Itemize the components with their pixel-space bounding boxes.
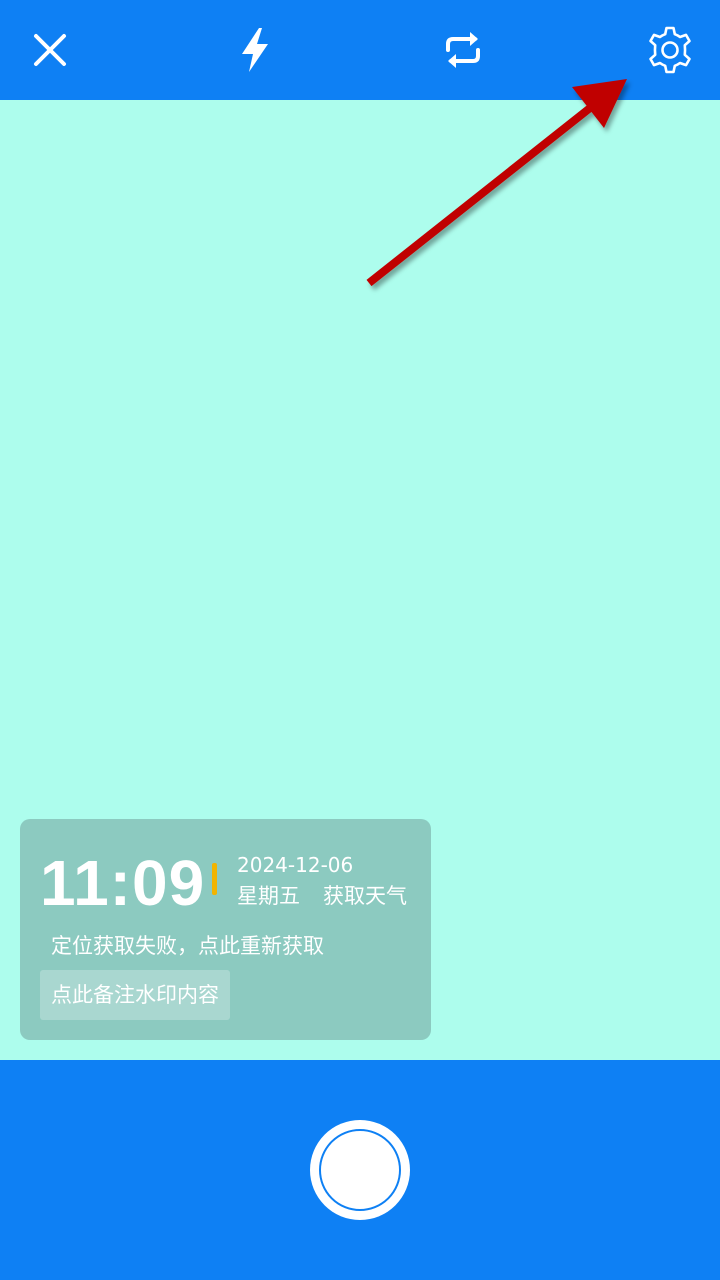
gear-icon [649, 26, 691, 74]
watermark-card[interactable]: 11:09 2024-12-06 星期五 获取天气 定位获取失败，点此重新获取 … [20, 819, 431, 1040]
watermark-divider [212, 863, 217, 895]
close-icon [34, 34, 66, 66]
watermark-time: 11:09 [40, 847, 206, 919]
location-retry-link[interactable]: 定位获取失败，点此重新获取 [51, 932, 324, 960]
flash-button[interactable] [225, 20, 285, 80]
watermark-date: 2024-12-06 [237, 853, 354, 877]
flash-icon [242, 28, 268, 72]
shutter-button[interactable] [310, 1120, 410, 1220]
switch-camera-button[interactable] [433, 20, 493, 80]
bottom-bar [0, 1060, 720, 1280]
watermark-note-button[interactable]: 点此备注水印内容 [40, 970, 230, 1020]
shutter-inner-ring [319, 1129, 401, 1211]
close-button[interactable] [20, 20, 80, 80]
switch-camera-icon [446, 32, 480, 68]
settings-button[interactable] [640, 20, 700, 80]
camera-screen: 11:09 2024-12-06 星期五 获取天气 定位获取失败，点此重新获取 … [0, 0, 720, 1280]
watermark-weekday: 星期五 [237, 884, 300, 908]
top-toolbar [0, 0, 720, 100]
get-weather-link[interactable]: 获取天气 [323, 882, 407, 910]
